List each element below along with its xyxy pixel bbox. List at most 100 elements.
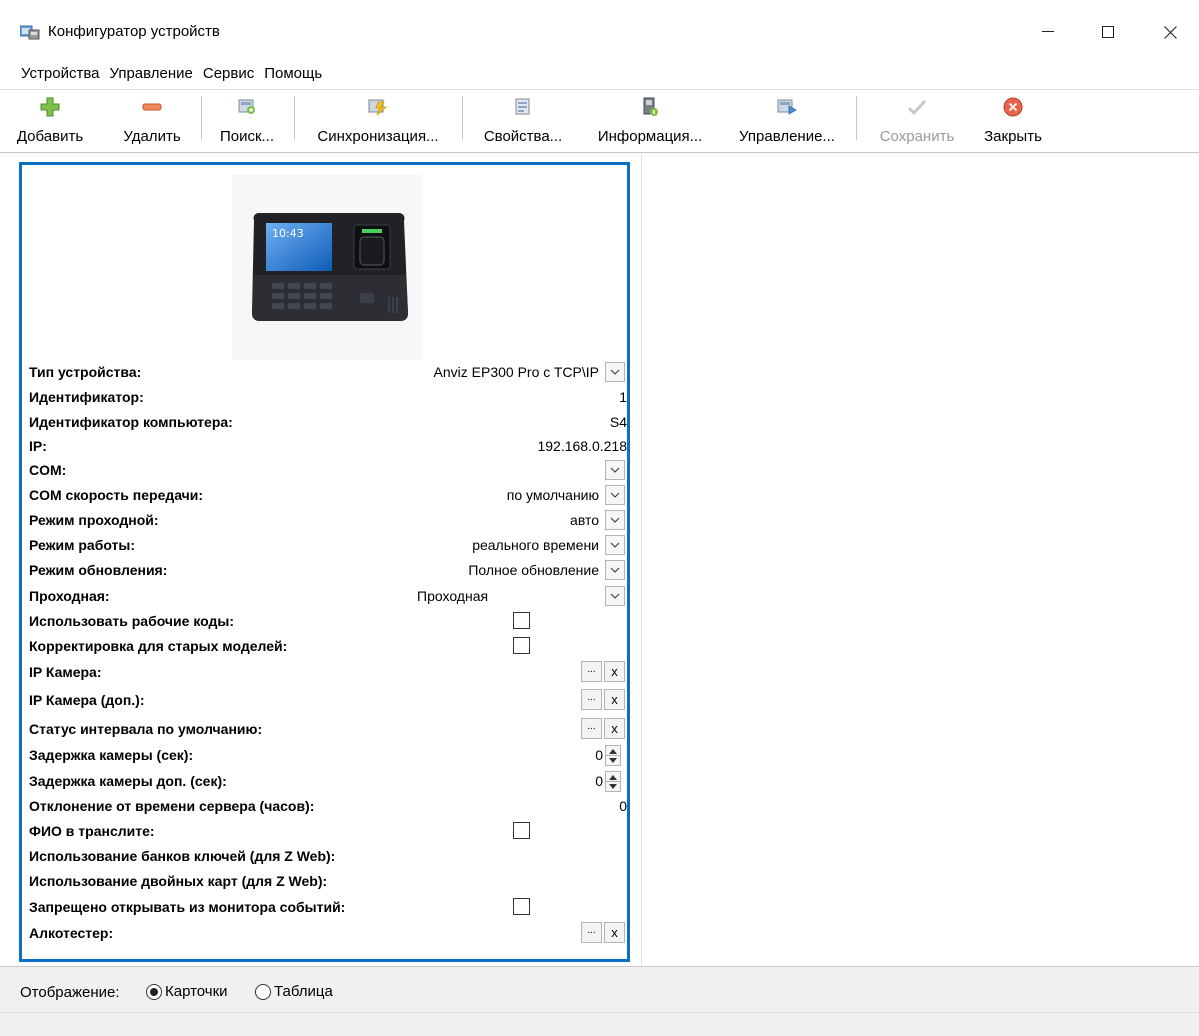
chevron-down-icon [610, 542, 620, 548]
checkpoint-value[interactable]: Проходная [417, 588, 488, 604]
prop-label: Задержка камеры (сек): [29, 747, 194, 763]
prop-label: Использование двойных карт (для Z Web): [29, 873, 328, 889]
work-mode-value[interactable]: реального времени [472, 537, 599, 553]
ip-camera-extra-clear-button[interactable]: x [604, 689, 625, 710]
table-radio[interactable] [255, 984, 271, 1000]
menu-service[interactable]: Сервис [203, 65, 254, 82]
checkpoint-dropdown[interactable] [605, 586, 625, 606]
search-button[interactable]: Поиск... [214, 90, 280, 152]
search-label: Поиск... [219, 128, 275, 145]
com-dropdown[interactable] [605, 460, 625, 480]
prop-identifier: Идентификатор: 1 [29, 386, 627, 409]
prop-label: IP Камера (доп.): [29, 692, 145, 708]
server-time-offset-value[interactable]: 0 [619, 798, 627, 814]
prop-label: Режим обновления: [29, 562, 168, 578]
close-window-button[interactable] [1140, 8, 1199, 56]
close-label: Закрыть [984, 128, 1042, 145]
ip-camera-clear-button[interactable]: x [604, 661, 625, 682]
open-forbidden-checkbox[interactable] [513, 898, 530, 915]
remove-button[interactable]: Удалить [118, 90, 186, 152]
device-type-value[interactable]: Anviz EP300 Pro c TCP\IP [434, 364, 599, 380]
com-baud-value[interactable]: по умолчанию [507, 487, 599, 503]
remove-label: Удалить [123, 128, 181, 145]
computer-id-value[interactable]: S4 [610, 414, 627, 430]
cards-radio[interactable] [146, 984, 162, 1000]
spin-up-icon[interactable] [609, 749, 617, 754]
camera-delay-value[interactable]: 0 [595, 747, 603, 763]
prop-label: Идентификатор: [29, 389, 144, 405]
checkmark-icon [907, 99, 927, 116]
prop-use-work-codes: Использовать рабочие коды: [29, 610, 627, 633]
prop-label: Задержка камеры доп. (сек): [29, 773, 227, 789]
menu-management[interactable]: Управление [109, 65, 192, 82]
ip-camera-extra-browse-button[interactable]: ... [581, 689, 602, 710]
update-mode-dropdown[interactable] [605, 560, 625, 580]
use-work-codes-checkbox[interactable] [513, 612, 530, 629]
alcotester-clear-button[interactable]: x [604, 922, 625, 943]
spin-up-icon[interactable] [609, 775, 617, 780]
chevron-down-icon [610, 567, 620, 573]
chevron-down-icon [610, 517, 620, 523]
device-card[interactable]: 10:43 Тип устройства: Anviz EP300 Pro c … [19, 162, 630, 962]
prop-label: COM скорость передачи: [29, 487, 204, 503]
prop-label: Запрещено открывать из монитора событий: [29, 899, 346, 915]
toolbar-separator [201, 96, 202, 140]
work-mode-dropdown[interactable] [605, 535, 625, 555]
info-button[interactable]: Информация... [588, 90, 712, 152]
menu-devices[interactable]: Устройства [21, 65, 99, 82]
ip-value[interactable]: 192.168.0.218 [537, 438, 627, 454]
identifier-value[interactable]: 1 [619, 389, 627, 405]
prop-translit-name: ФИО в транслите: [29, 820, 627, 843]
table-radio-label[interactable]: Таблица [274, 983, 333, 1000]
prop-label: Тип устройства: [29, 364, 142, 380]
cards-radio-label[interactable]: Карточки [165, 983, 228, 1000]
minus-icon [142, 103, 162, 111]
spin-down-icon[interactable] [609, 784, 617, 789]
device-type-dropdown[interactable] [605, 362, 625, 382]
manage-icon [777, 99, 797, 115]
alcotester-browse-button[interactable]: ... [581, 922, 602, 943]
ip-camera-browse-button[interactable]: ... [581, 661, 602, 682]
interval-status-clear-button[interactable]: x [604, 718, 625, 739]
save-button[interactable]: Сохранить [872, 90, 962, 152]
pass-mode-value[interactable]: авто [570, 512, 599, 528]
toolbar-separator [856, 96, 857, 140]
prop-label: Использование банков ключей (для Z Web): [29, 848, 336, 864]
prop-camera-delay: Задержка камеры (сек): 0 [29, 744, 627, 767]
menu-help[interactable]: Помощь [264, 65, 322, 82]
sync-icon [368, 99, 388, 116]
app-window: Конфигуратор устройств Устройства Управл… [0, 0, 1199, 1036]
properties-icon [515, 98, 530, 115]
interval-status-browse-button[interactable]: ... [581, 718, 602, 739]
prop-computer-id: Идентификатор компьютера: S4 [29, 411, 627, 434]
manage-button[interactable]: Управление... [732, 90, 842, 152]
display-mode-bar: Отображение: Карточки Таблица [0, 966, 1199, 1012]
prop-camera-delay-extra: Задержка камеры доп. (сек): 0 [29, 770, 627, 793]
pass-mode-dropdown[interactable] [605, 510, 625, 530]
maximize-button[interactable] [1078, 8, 1138, 56]
chevron-down-icon [610, 593, 620, 599]
prop-interval-status: Статус интервала по умолчанию: ... x [29, 718, 627, 741]
display-mode-label: Отображение: [20, 984, 120, 1001]
prop-work-mode: Режим работы: реального времени [29, 534, 627, 557]
chevron-down-icon [610, 467, 620, 473]
old-models-checkbox[interactable] [513, 637, 530, 654]
update-mode-value[interactable]: Полное обновление [468, 562, 599, 578]
sync-button[interactable]: Синхронизация... [308, 90, 448, 152]
main-area: 10:43 Тип устройства: Anviz EP300 Pro c … [0, 154, 1199, 966]
device-screen-time: 10:43 [272, 227, 304, 240]
camera-delay-extra-value[interactable]: 0 [595, 773, 603, 789]
translit-name-checkbox[interactable] [513, 822, 530, 839]
prop-label: Идентификатор компьютера: [29, 414, 233, 430]
prop-com-baud: COM скорость передачи: по умолчанию [29, 484, 627, 507]
camera-delay-extra-spinner[interactable] [605, 771, 621, 792]
spin-down-icon[interactable] [609, 758, 617, 763]
app-icon [20, 25, 40, 40]
close-button[interactable]: Закрыть [978, 90, 1048, 152]
minimize-button[interactable] [1018, 8, 1078, 56]
prop-label: Использовать рабочие коды: [29, 613, 235, 629]
add-button[interactable]: Добавить [17, 90, 83, 152]
com-baud-dropdown[interactable] [605, 485, 625, 505]
properties-button[interactable]: Свойства... [478, 90, 568, 152]
camera-delay-spinner[interactable] [605, 745, 621, 766]
